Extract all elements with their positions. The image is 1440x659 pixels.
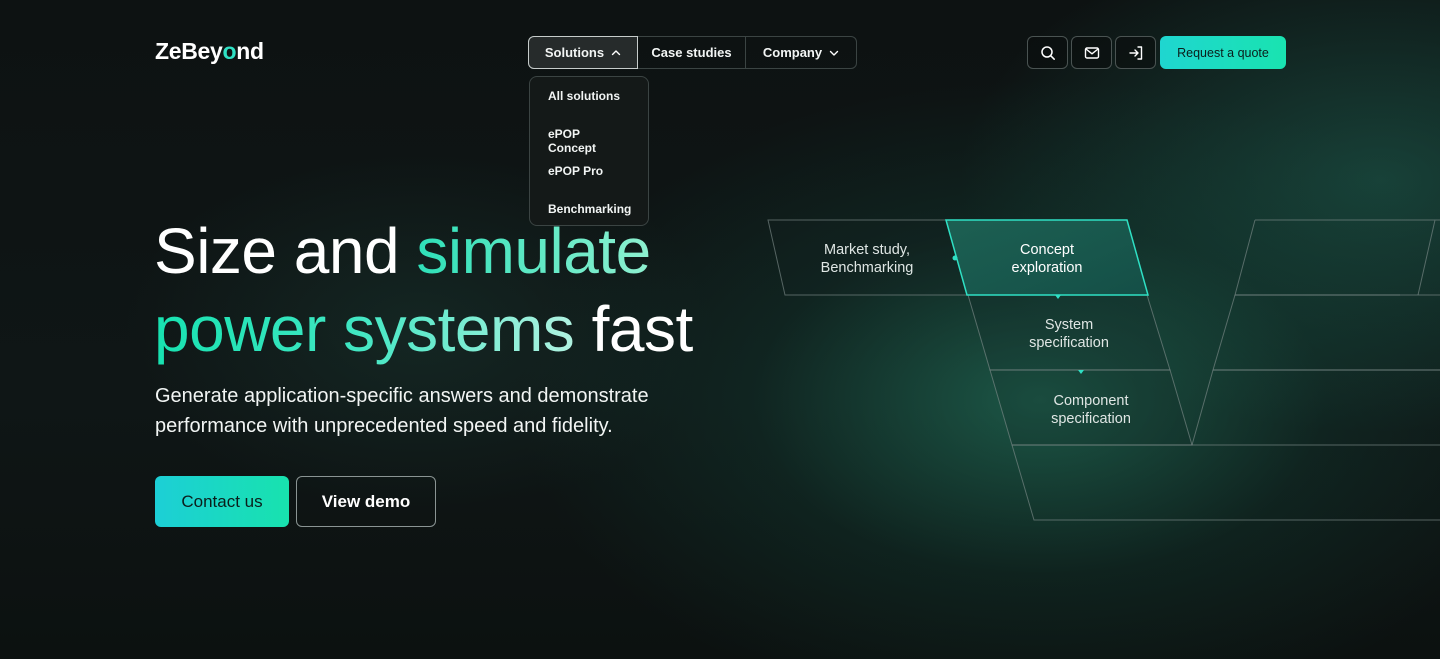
search-icon	[1040, 45, 1055, 60]
step-label-market-study: Market study, Benchmarking	[820, 242, 914, 276]
logo-text-pre: ZeBey	[155, 38, 223, 64]
chevron-up-icon	[611, 49, 621, 55]
dropdown-item-epop-pro[interactable]: ePOP Pro	[530, 164, 648, 202]
dropdown-item-epop-concept[interactable]: ePOP Concept	[530, 127, 648, 165]
solutions-dropdown: All solutions ePOP Concept ePOP Pro Benc…	[529, 76, 649, 226]
hero-title: Size and simulate power systems fast	[154, 212, 693, 368]
logo-text-o: o	[222, 38, 237, 64]
step-label-concept-exploration: Concept exploration	[1011, 242, 1083, 276]
logo-text-post: nd	[236, 38, 264, 64]
nav-company[interactable]: Company	[746, 37, 856, 68]
hero-title-part1: Size and	[154, 215, 417, 287]
step-label-system-specification: System specification	[1029, 317, 1109, 351]
main-nav: Solutions Case studies Company	[528, 36, 857, 69]
nav-case-studies[interactable]: Case studies	[638, 37, 746, 68]
step-shape-right-low	[1191, 369, 1440, 446]
nav-case-studies-label: Case studies	[651, 45, 732, 60]
step-label-component-specification: Component specification	[1051, 393, 1131, 427]
login-button[interactable]	[1115, 36, 1156, 69]
step-shape-right-top	[1234, 219, 1440, 296]
step-shape-bottom	[1011, 444, 1440, 521]
view-demo-button[interactable]: View demo	[296, 476, 436, 527]
connector-dot	[952, 255, 958, 261]
nav-company-label: Company	[762, 45, 823, 60]
process-diagram: Market study, Benchmarking Concept explo…	[740, 210, 1440, 530]
chevron-down-icon	[829, 50, 839, 56]
hero-subtitle: Generate application-specific answers an…	[155, 385, 649, 437]
dropdown-item-all-solutions[interactable]: All solutions	[530, 89, 648, 127]
search-button[interactable]	[1027, 36, 1068, 69]
hero-title-tail: fast	[591, 293, 694, 365]
mail-button[interactable]	[1071, 36, 1112, 69]
step-shape-right-mid	[1212, 294, 1440, 371]
contact-us-button[interactable]: Contact us	[155, 476, 289, 527]
hero-title-accent2: power systems	[154, 293, 592, 365]
mail-icon	[1084, 46, 1099, 59]
nav-solutions-label: Solutions	[544, 45, 605, 60]
hero-title-accent1: simulate	[416, 215, 651, 287]
brand-logo[interactable]: ZeBeyond	[155, 38, 264, 65]
login-icon	[1128, 45, 1142, 60]
request-quote-button[interactable]: Request a quote	[1160, 36, 1286, 69]
nav-solutions[interactable]: Solutions	[528, 36, 638, 69]
